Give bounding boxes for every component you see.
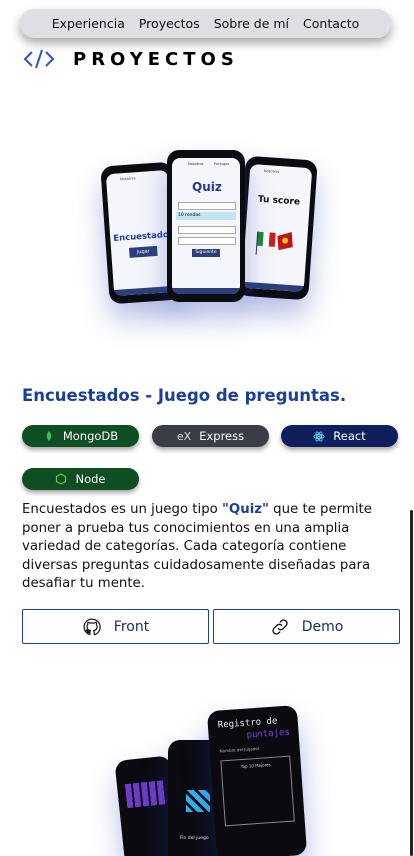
section-heading: PROYECTOS xyxy=(23,45,239,73)
mockup-name-label: Nombre del Jugador xyxy=(219,745,260,754)
project-title: Encuestados - Juego de preguntas. xyxy=(22,386,347,405)
nav-item-experiencia[interactable]: Experiencia xyxy=(52,16,125,31)
mockup-center-title: Quiz xyxy=(192,180,222,194)
mockup-center-input-1 xyxy=(178,202,236,210)
mockup-grid xyxy=(124,780,168,809)
phone-mockup-front: Registro de puntajes Nombre del Jugador … xyxy=(206,705,308,856)
phone-screen-center: Nosotros Portugas Quiz 10 rondas Siguien… xyxy=(172,158,240,294)
nav-item-contacto[interactable]: Contacto xyxy=(303,16,359,31)
front-button-label: Front xyxy=(113,618,150,635)
express-icon: eX xyxy=(176,429,192,443)
phone-screen-right: Tu score Nosotros xyxy=(241,163,313,293)
mongodb-leaf-icon xyxy=(43,430,55,442)
mockup-center-nav-b: Portugas xyxy=(214,162,230,166)
mockup-center-input-3 xyxy=(178,237,236,245)
section-title: PROYECTOS xyxy=(73,48,239,70)
mockup-center-bottom-bar xyxy=(172,288,240,294)
phone-screen-left: Encuestados Jugar Nosotros xyxy=(105,169,177,297)
project-mockup-image[interactable]: Encuestados Jugar Nosotros Tu score Noso… xyxy=(95,146,318,336)
mockup-center-button: Siguiente xyxy=(192,249,220,257)
demo-button-label: Demo xyxy=(301,618,344,635)
mockup-left-button: Jugar xyxy=(129,245,158,258)
phone-mockup-center: Nosotros Portugas Quiz 10 rondas Siguien… xyxy=(167,150,245,302)
mockup-center-select: 10 rondas xyxy=(176,212,236,220)
mockup-end-label: Fin del juego xyxy=(180,836,209,841)
top-navbar: Experiencia Proyectos Sobre de mí Contac… xyxy=(20,9,391,38)
tech-chip-label: Express xyxy=(199,429,245,443)
phone-mockup-right: Tu score Nosotros xyxy=(236,155,318,301)
mockup-score-subtitle: puntajes xyxy=(246,727,291,741)
tech-chip-label: React xyxy=(333,429,366,443)
description-text-start: Encuestados es un juego tipo xyxy=(22,502,222,517)
description-highlight: "Quiz" xyxy=(222,502,269,517)
mockup-pixel-art xyxy=(186,790,210,812)
mockup-center-input-2 xyxy=(178,226,236,234)
project-description: Encuestados es un juego tipo "Quiz" que … xyxy=(22,501,402,594)
front-repo-button[interactable]: Front xyxy=(22,609,209,644)
tech-chip-express[interactable]: eX Express xyxy=(152,425,269,447)
mockup-left-word: Encuestados xyxy=(112,229,175,244)
scrollbar-thumb[interactable] xyxy=(410,510,413,856)
tech-chip-label: Node xyxy=(75,472,106,486)
next-project-mockup-image[interactable]: Fin del juego Registro de puntajes Nombr… xyxy=(110,705,315,856)
demo-link-button[interactable]: Demo xyxy=(213,609,400,644)
mockup-table: Top 10 Mejores xyxy=(220,755,295,827)
mockup-right-nav: Nosotros xyxy=(263,168,280,175)
mockup-top-label: Top 10 Mejores xyxy=(240,762,271,770)
nav-item-sobre-de-mi[interactable]: Sobre de mí xyxy=(214,16,289,31)
mockup-center-nav-a: Nosotros xyxy=(188,162,204,166)
github-icon xyxy=(83,618,101,635)
tech-chip-react[interactable]: React xyxy=(281,425,398,447)
page-viewport: Experiencia Proyectos Sobre de mí Contac… xyxy=(0,0,414,856)
mockup-left-nav: Nosotros xyxy=(120,176,136,182)
tech-chip-mongodb[interactable]: MongoDB xyxy=(22,425,139,447)
mockup-right-title: Tu score xyxy=(257,194,301,208)
nodejs-icon xyxy=(55,473,67,485)
link-icon xyxy=(272,618,288,635)
react-icon xyxy=(313,430,325,442)
tech-chip-node[interactable]: Node xyxy=(22,468,139,490)
tech-chip-label: MongoDB xyxy=(62,429,119,443)
flags-icon xyxy=(255,231,293,255)
scrollbar[interactable] xyxy=(408,0,414,856)
code-icon xyxy=(23,49,55,69)
nav-item-proyectos[interactable]: Proyectos xyxy=(139,16,200,31)
mockup-right-bottom-bar xyxy=(241,281,305,293)
